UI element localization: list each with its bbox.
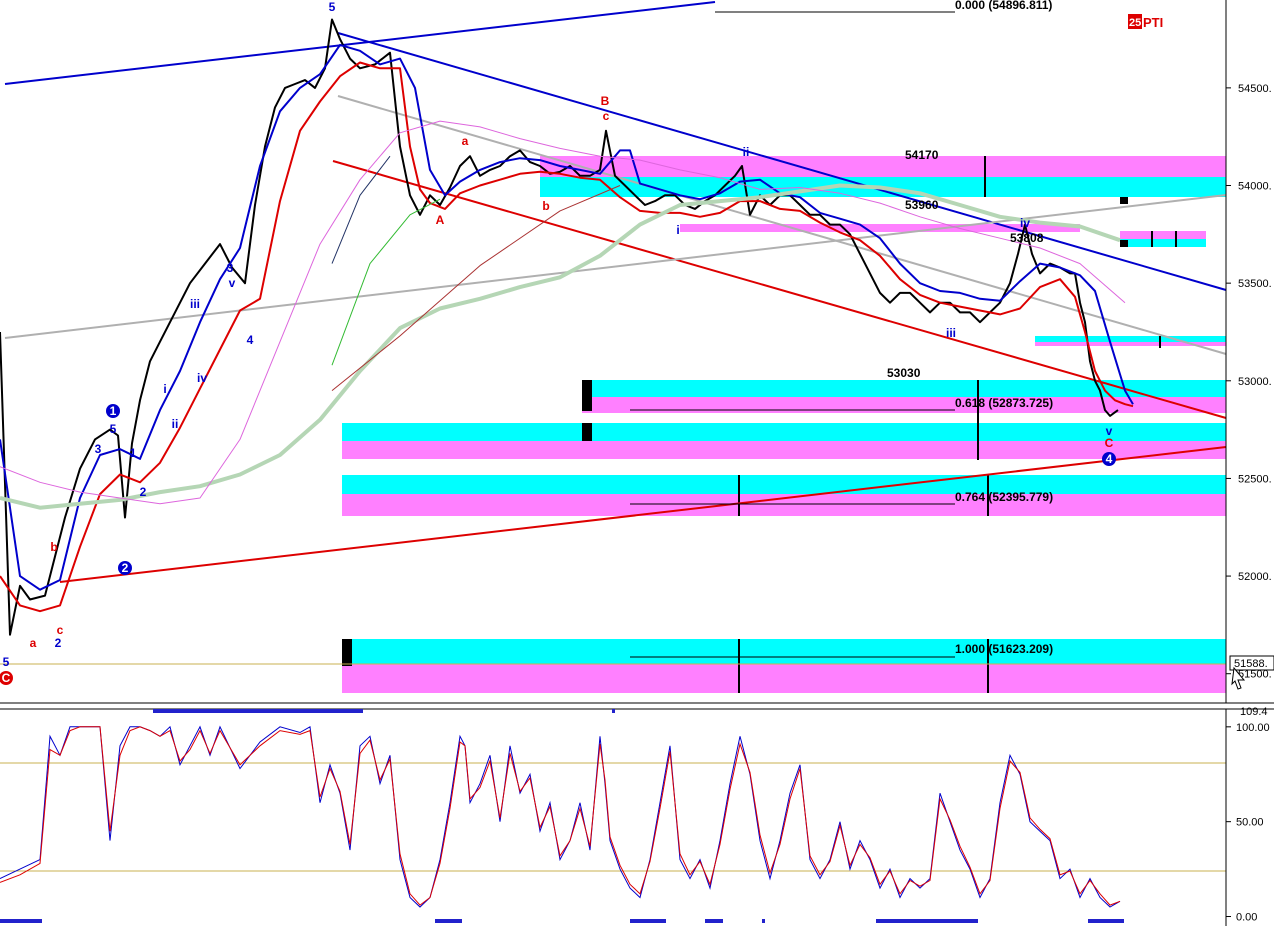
wave-label: iii [946, 326, 956, 340]
wave-label: iv [1020, 216, 1030, 230]
panel-separator[interactable] [0, 703, 1274, 709]
wave-label: iv [197, 371, 207, 385]
wave-label: 1 [110, 404, 117, 418]
price-tick-label: 52500. [1238, 473, 1272, 485]
wave-label: 2 [122, 561, 129, 575]
period-bar [1088, 919, 1124, 923]
period-bar [0, 919, 42, 923]
period-bar [435, 919, 462, 923]
wave-label: C [1105, 436, 1114, 450]
oscillator-top-value: 109.4 [1240, 706, 1268, 718]
wave-label: 4 [247, 333, 254, 347]
fib-label-1000: 1.000 (51623.209) [955, 642, 1053, 656]
level-label-53960: 53960 [905, 198, 939, 212]
wave-label: B [601, 94, 610, 108]
wave-label: ii [743, 145, 750, 159]
wave-label: b [50, 540, 57, 554]
wave-label: a [462, 134, 469, 148]
price-tick-label: 54500. [1238, 83, 1272, 95]
stock-chart: 0.000 (54896.811) 0.618 (52873.725) 0.76… [0, 0, 1274, 926]
wave-label: 4 [1106, 452, 1113, 466]
period-bar [705, 919, 723, 923]
fib-label-618: 0.618 (52873.725) [955, 396, 1053, 410]
wave-label: c [603, 109, 610, 123]
wave-label: i [676, 223, 679, 237]
price-tick-label: 53500. [1238, 278, 1272, 290]
period-bar [630, 919, 666, 923]
wave-label: v [229, 276, 236, 290]
wave-label: 5 [3, 655, 10, 669]
level-label-53030: 53030 [887, 366, 921, 380]
wave-label: iii [190, 297, 200, 311]
wave-label: 5 [329, 0, 336, 14]
symbol-badge: 25 PTI [1128, 14, 1163, 30]
wave-label: 2 [55, 636, 62, 650]
wave-label: a [30, 636, 37, 650]
price-tick-label: 53000. [1238, 376, 1272, 388]
wave-label: i [163, 382, 166, 396]
fib-label-0: 0.000 (54896.811) [955, 0, 1052, 12]
wave-label: b [542, 199, 549, 213]
symbol-badge-text: PTI [1143, 15, 1163, 30]
wave-label: 3 [227, 261, 234, 275]
period-bar [876, 919, 978, 923]
wave-label: ii [172, 417, 179, 431]
price-tick-label: 52000. [1238, 571, 1272, 583]
period-bar [762, 919, 765, 923]
wave-label: 1 [130, 446, 137, 460]
wave-label: 5 [110, 422, 117, 436]
wave-label: 2 [140, 485, 147, 499]
oscillator-tick-label: 100.00 [1236, 722, 1270, 734]
wave-label: 3 [95, 442, 102, 456]
level-label-54170: 54170 [905, 148, 939, 162]
oscillator-tick-label: 0.00 [1236, 912, 1257, 924]
period-bar [153, 709, 363, 713]
period-bar [612, 709, 615, 713]
level-label-53808: 53808 [1010, 231, 1044, 245]
price-tick-label: 54000. [1238, 181, 1272, 193]
wave-label: C [2, 671, 11, 685]
wave-label: c [57, 623, 64, 637]
oscillator-tick-label: 50.00 [1236, 817, 1264, 829]
symbol-badge-number: 25 [1129, 17, 1141, 29]
fib-label-764: 0.764 (52395.779) [955, 490, 1053, 504]
wave-label: A [436, 213, 445, 227]
last-price-label: 51588. [1234, 658, 1268, 670]
